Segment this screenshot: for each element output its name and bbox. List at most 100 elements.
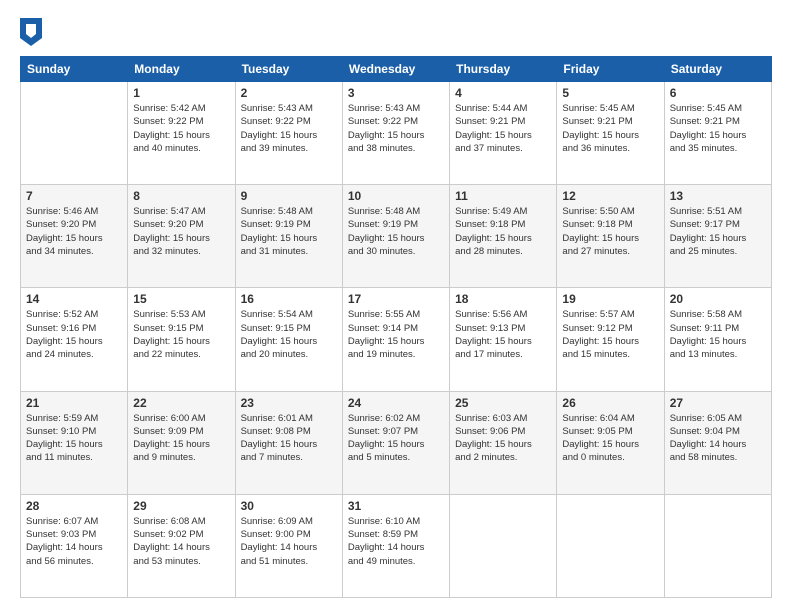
cell-info: Sunrise: 5:43 AM Sunset: 9:22 PM Dayligh… xyxy=(348,102,444,155)
calendar-cell: 14 Sunrise: 5:52 AM Sunset: 9:16 PM Dayli… xyxy=(21,288,128,391)
cell-info: Sunrise: 6:08 AM Sunset: 9:02 PM Dayligh… xyxy=(133,515,229,568)
day-header-tuesday: Tuesday xyxy=(235,57,342,82)
cell-date: 7 xyxy=(26,189,122,203)
calendar-cell: 30 Sunrise: 6:09 AM Sunset: 9:00 PM Dayli… xyxy=(235,494,342,597)
cell-date: 30 xyxy=(241,499,337,513)
cell-date: 6 xyxy=(670,86,766,100)
cell-info: Sunrise: 5:44 AM Sunset: 9:21 PM Dayligh… xyxy=(455,102,551,155)
cell-info: Sunrise: 5:54 AM Sunset: 9:15 PM Dayligh… xyxy=(241,308,337,361)
cell-date: 17 xyxy=(348,292,444,306)
cell-info: Sunrise: 5:46 AM Sunset: 9:20 PM Dayligh… xyxy=(26,205,122,258)
calendar-cell: 4Sunrise: 5:44 AM Sunset: 9:21 PM Daylig… xyxy=(450,82,557,185)
calendar-cell: 3 Sunrise: 5:43 AM Sunset: 9:22 PM Daylig… xyxy=(342,82,449,185)
calendar-cell: 2 Sunrise: 5:43 AM Sunset: 9:22 PM Daylig… xyxy=(235,82,342,185)
cell-info: Sunrise: 6:01 AM Sunset: 9:08 PM Dayligh… xyxy=(241,412,337,465)
calendar-cell: 18 Sunrise: 5:56 AM Sunset: 9:13 PM Dayli… xyxy=(450,288,557,391)
cell-info: Sunrise: 6:07 AM Sunset: 9:03 PM Dayligh… xyxy=(26,515,122,568)
logo-icon xyxy=(20,18,42,46)
calendar-cell xyxy=(557,494,664,597)
calendar-cell: 31 Sunrise: 6:10 AM Sunset: 8:59 PM Dayli… xyxy=(342,494,449,597)
cell-date: 22 xyxy=(133,396,229,410)
cell-info: Sunrise: 6:00 AM Sunset: 9:09 PM Dayligh… xyxy=(133,412,229,465)
cell-info: Sunrise: 6:04 AM Sunset: 9:05 PM Dayligh… xyxy=(562,412,658,465)
cell-date: 19 xyxy=(562,292,658,306)
week-row-3: 14 Sunrise: 5:52 AM Sunset: 9:16 PM Dayli… xyxy=(21,288,772,391)
calendar-cell xyxy=(664,494,771,597)
calendar-cell: 27Sunrise: 6:05 AM Sunset: 9:04 PM Dayli… xyxy=(664,391,771,494)
cell-info: Sunrise: 5:49 AM Sunset: 9:18 PM Dayligh… xyxy=(455,205,551,258)
cell-date: 14 xyxy=(26,292,122,306)
cell-info: Sunrise: 5:47 AM Sunset: 9:20 PM Dayligh… xyxy=(133,205,229,258)
day-header-sunday: Sunday xyxy=(21,57,128,82)
cell-date: 3 xyxy=(348,86,444,100)
day-header-saturday: Saturday xyxy=(664,57,771,82)
cell-info: Sunrise: 5:57 AM Sunset: 9:12 PM Dayligh… xyxy=(562,308,658,361)
cell-info: Sunrise: 5:48 AM Sunset: 9:19 PM Dayligh… xyxy=(241,205,337,258)
calendar-cell: 20Sunrise: 5:58 AM Sunset: 9:11 PM Dayli… xyxy=(664,288,771,391)
cell-info: Sunrise: 5:50 AM Sunset: 9:18 PM Dayligh… xyxy=(562,205,658,258)
week-row-4: 21 Sunrise: 5:59 AM Sunset: 9:10 PM Dayli… xyxy=(21,391,772,494)
cell-date: 21 xyxy=(26,396,122,410)
day-header-wednesday: Wednesday xyxy=(342,57,449,82)
cell-date: 13 xyxy=(670,189,766,203)
cell-info: Sunrise: 5:53 AM Sunset: 9:15 PM Dayligh… xyxy=(133,308,229,361)
page: SundayMondayTuesdayWednesdayThursdayFrid… xyxy=(0,0,792,612)
cell-date: 10 xyxy=(348,189,444,203)
cell-info: Sunrise: 5:48 AM Sunset: 9:19 PM Dayligh… xyxy=(348,205,444,258)
calendar-cell: 28 Sunrise: 6:07 AM Sunset: 9:03 PM Dayli… xyxy=(21,494,128,597)
calendar-cell: 23Sunrise: 6:01 AM Sunset: 9:08 PM Dayli… xyxy=(235,391,342,494)
cell-info: Sunrise: 5:58 AM Sunset: 9:11 PM Dayligh… xyxy=(670,308,766,361)
calendar-table: SundayMondayTuesdayWednesdayThursdayFrid… xyxy=(20,56,772,598)
cell-date: 8 xyxy=(133,189,229,203)
cell-info: Sunrise: 5:55 AM Sunset: 9:14 PM Dayligh… xyxy=(348,308,444,361)
cell-info: Sunrise: 6:02 AM Sunset: 9:07 PM Dayligh… xyxy=(348,412,444,465)
cell-date: 12 xyxy=(562,189,658,203)
calendar-cell: 6Sunrise: 5:45 AM Sunset: 9:21 PM Daylig… xyxy=(664,82,771,185)
cell-date: 11 xyxy=(455,189,551,203)
calendar-cell: 7 Sunrise: 5:46 AM Sunset: 9:20 PM Daylig… xyxy=(21,185,128,288)
cell-date: 5 xyxy=(562,86,658,100)
cell-date: 18 xyxy=(455,292,551,306)
cell-date: 25 xyxy=(455,396,551,410)
calendar-cell: 17 Sunrise: 5:55 AM Sunset: 9:14 PM Dayli… xyxy=(342,288,449,391)
cell-info: Sunrise: 6:05 AM Sunset: 9:04 PM Dayligh… xyxy=(670,412,766,465)
cell-date: 28 xyxy=(26,499,122,513)
cell-info: Sunrise: 5:56 AM Sunset: 9:13 PM Dayligh… xyxy=(455,308,551,361)
day-header-monday: Monday xyxy=(128,57,235,82)
cell-date: 2 xyxy=(241,86,337,100)
cell-info: Sunrise: 6:03 AM Sunset: 9:06 PM Dayligh… xyxy=(455,412,551,465)
cell-info: Sunrise: 6:09 AM Sunset: 9:00 PM Dayligh… xyxy=(241,515,337,568)
cell-date: 26 xyxy=(562,396,658,410)
cell-date: 15 xyxy=(133,292,229,306)
day-header-thursday: Thursday xyxy=(450,57,557,82)
calendar-cell: 11 Sunrise: 5:49 AM Sunset: 9:18 PM Dayli… xyxy=(450,185,557,288)
calendar-cell: 16Sunrise: 5:54 AM Sunset: 9:15 PM Dayli… xyxy=(235,288,342,391)
week-row-5: 28 Sunrise: 6:07 AM Sunset: 9:03 PM Dayli… xyxy=(21,494,772,597)
logo xyxy=(20,18,46,46)
cell-info: Sunrise: 5:51 AM Sunset: 9:17 PM Dayligh… xyxy=(670,205,766,258)
calendar-cell: 1Sunrise: 5:42 AM Sunset: 9:22 PM Daylig… xyxy=(128,82,235,185)
cell-date: 31 xyxy=(348,499,444,513)
cell-info: Sunrise: 5:59 AM Sunset: 9:10 PM Dayligh… xyxy=(26,412,122,465)
calendar-cell: 12 Sunrise: 5:50 AM Sunset: 9:18 PM Dayli… xyxy=(557,185,664,288)
calendar-cell: 13 Sunrise: 5:51 AM Sunset: 9:17 PM Dayli… xyxy=(664,185,771,288)
cell-info: Sunrise: 5:45 AM Sunset: 9:21 PM Dayligh… xyxy=(562,102,658,155)
calendar-cell: 29 Sunrise: 6:08 AM Sunset: 9:02 PM Dayli… xyxy=(128,494,235,597)
week-row-2: 7 Sunrise: 5:46 AM Sunset: 9:20 PM Daylig… xyxy=(21,185,772,288)
calendar-cell: 5 Sunrise: 5:45 AM Sunset: 9:21 PM Daylig… xyxy=(557,82,664,185)
calendar-cell: 15 Sunrise: 5:53 AM Sunset: 9:15 PM Dayli… xyxy=(128,288,235,391)
cell-date: 9 xyxy=(241,189,337,203)
cell-info: Sunrise: 6:10 AM Sunset: 8:59 PM Dayligh… xyxy=(348,515,444,568)
cell-date: 29 xyxy=(133,499,229,513)
cell-info: Sunrise: 5:43 AM Sunset: 9:22 PM Dayligh… xyxy=(241,102,337,155)
cell-info: Sunrise: 5:52 AM Sunset: 9:16 PM Dayligh… xyxy=(26,308,122,361)
cell-info: Sunrise: 5:42 AM Sunset: 9:22 PM Dayligh… xyxy=(133,102,229,155)
cell-date: 24 xyxy=(348,396,444,410)
calendar-cell: 25 Sunrise: 6:03 AM Sunset: 9:06 PM Dayli… xyxy=(450,391,557,494)
calendar-cell: 8 Sunrise: 5:47 AM Sunset: 9:20 PM Daylig… xyxy=(128,185,235,288)
calendar-cell: 10 Sunrise: 5:48 AM Sunset: 9:19 PM Dayli… xyxy=(342,185,449,288)
calendar-cell: 21 Sunrise: 5:59 AM Sunset: 9:10 PM Dayli… xyxy=(21,391,128,494)
calendar-cell: 26 Sunrise: 6:04 AM Sunset: 9:05 PM Dayli… xyxy=(557,391,664,494)
header xyxy=(20,18,772,46)
calendar-cell: 9 Sunrise: 5:48 AM Sunset: 9:19 PM Daylig… xyxy=(235,185,342,288)
